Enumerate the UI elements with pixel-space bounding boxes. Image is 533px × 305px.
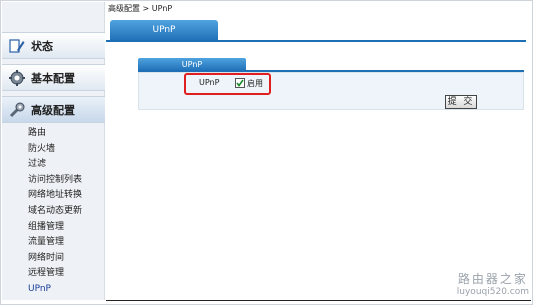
status-icon (8, 37, 26, 55)
watermark: 路由器之家 luyouqi520.com (457, 270, 529, 297)
watermark-url: luyouqi520.com (456, 287, 529, 297)
sidebar-item-remote-management[interactable]: 远程管理 (2, 266, 105, 282)
sidebar-section-basic-config[interactable]: 基本配置 (2, 64, 105, 91)
sidebar-item-traffic[interactable]: 流量管理 (2, 235, 105, 251)
sidebar-item-acl[interactable]: 访问控制列表 (2, 173, 105, 189)
tab-bar: UPnP (106, 20, 526, 42)
sidebar-item-upnp[interactable]: UPnP (2, 282, 105, 298)
highlight-box (184, 73, 271, 95)
advanced-submenu: 路由 防火墙 过滤 访问控制列表 网络地址转换 域名动态更新 组播管理 流量管理… (2, 126, 105, 298)
sidebar-section-advanced-config[interactable]: 高级配置 (2, 96, 105, 123)
sidebar-item-ddns[interactable]: 域名动态更新 (2, 204, 105, 220)
sidebar-section-status[interactable]: 状态 (2, 32, 105, 59)
sidebar-item-routing[interactable]: 路由 (2, 126, 105, 142)
sidebar-section-basic-config-label: 基本配置 (31, 71, 75, 85)
sidebar-item-multicast[interactable]: 组播管理 (2, 220, 105, 236)
sidebar-item-firewall[interactable]: 防火墙 (2, 142, 105, 158)
tab-upnp[interactable]: UPnP (110, 20, 218, 41)
sidebar-section-advanced-config-label: 高级配置 (31, 103, 75, 117)
gear-icon (8, 69, 26, 87)
breadcrumb: 高级配置 > UPnP (108, 4, 173, 13)
sidebar-item-filter[interactable]: 过滤 (2, 157, 105, 173)
submit-button[interactable]: 提 交 (445, 95, 477, 109)
sidebar-section-status-label: 状态 (31, 39, 53, 53)
tab-underline (106, 40, 526, 42)
sidebar-item-ntp[interactable]: 网络时间 (2, 251, 105, 267)
tools-icon (8, 101, 26, 119)
sidebar-item-nat[interactable]: 网络地址转换 (2, 188, 105, 204)
watermark-title: 路由器之家 (457, 272, 528, 286)
content-divider (106, 300, 531, 301)
sidebar: 状态 基本配置 高级配置 路由 防火墙 过滤 访问控制列表 网络地址转换 域名动… (2, 2, 105, 300)
